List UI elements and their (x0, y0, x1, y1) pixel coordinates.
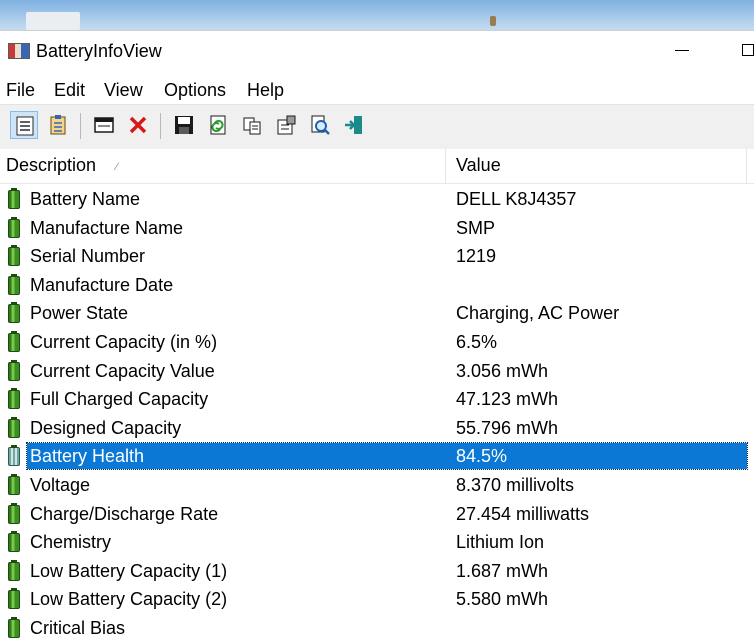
row-value: DELL K8J4357 (456, 189, 577, 209)
refresh-icon[interactable] (204, 111, 232, 139)
row-description: Charge/Discharge Rate (30, 503, 219, 524)
window-title: BatteryInfoView (36, 41, 162, 61)
toolbar-separator (80, 113, 81, 139)
copy-icon[interactable] (238, 111, 266, 139)
delete-icon[interactable] (124, 111, 152, 139)
list-item[interactable]: Current Capacity (in %) 6.5% (0, 328, 754, 357)
list-item[interactable]: Low Battery Capacity (2) 5.580 mWh (0, 585, 754, 614)
desktop-icon-fragment (490, 16, 496, 26)
row-description: Low Battery Capacity (1) (30, 560, 228, 581)
list-item[interactable]: Serial Number 1219 (0, 242, 754, 271)
app-window: BatteryInfoView File Edit View Options H… (0, 30, 754, 642)
save-icon[interactable] (170, 111, 198, 139)
list-item[interactable]: Critical Bias (0, 614, 754, 642)
list-item[interactable]: Charge/Discharge Rate 27.454 milliwatts (0, 500, 754, 529)
row-description: Designed Capacity (30, 417, 182, 438)
row-description: Manufacture Date (30, 274, 174, 295)
battery-icon (8, 388, 20, 410)
find-icon[interactable] (306, 111, 334, 139)
row-value: Lithium Ion (456, 532, 545, 553)
row-description: Serial Number (30, 246, 146, 267)
row-value: Charging, AC Power (456, 303, 620, 324)
list-item[interactable]: Manufacture Name SMP (0, 214, 754, 243)
row-description: Current Capacity (in %) (30, 331, 218, 352)
battery-icon (8, 245, 20, 267)
battery-icon (8, 616, 20, 638)
battery-icon (8, 216, 20, 238)
minimize-button[interactable] (672, 39, 692, 59)
menu-bar: File Edit View Options Help (0, 74, 754, 104)
title-bar[interactable]: BatteryInfoView (0, 30, 754, 73)
sort-indicator-icon: ⁄ (116, 161, 118, 173)
row-value: 6.5% (456, 331, 498, 352)
battery-icon (8, 502, 20, 524)
battery-icon (8, 445, 20, 467)
list-item[interactable]: Low Battery Capacity (1) 1.687 mWh (0, 557, 754, 586)
list-item[interactable]: Designed Capacity 55.796 mWh (0, 414, 754, 443)
row-value: 1.687 mWh (456, 560, 549, 581)
battery-icon (8, 273, 20, 295)
row-description: Power State (30, 303, 129, 324)
row-description: Full Charged Capacity (30, 389, 209, 410)
row-description: Voltage (30, 474, 91, 495)
list-item[interactable]: Current Capacity Value 3.056 mWh (0, 357, 754, 386)
row-value: 47.123 mWh (456, 389, 559, 410)
maximize-button[interactable] (736, 39, 754, 59)
window-icon[interactable] (90, 111, 118, 139)
row-description: Low Battery Capacity (2) (30, 589, 228, 610)
menu-edit[interactable]: Edit (52, 80, 87, 101)
column-header-description[interactable]: Description (6, 155, 96, 176)
column-header-value[interactable]: Value (456, 155, 501, 176)
row-value: 5.580 mWh (456, 589, 549, 610)
battery-icon (8, 531, 20, 553)
battery-icon (8, 330, 20, 352)
menu-help[interactable]: Help (245, 80, 286, 101)
battery-icon (8, 302, 20, 324)
row-description: Chemistry (30, 532, 112, 553)
row-description: Battery Health (30, 446, 145, 467)
battery-icon (8, 559, 20, 581)
battery-info-list[interactable]: Description ⁄ Value Battery Name DELL K8J… (0, 149, 754, 642)
list-rows: Battery Name DELL K8J4357 Manufacture Name… (0, 185, 754, 642)
row-value: 55.796 mWh (456, 417, 559, 438)
desktop-window-fragment (26, 12, 80, 30)
row-description: Current Capacity Value (30, 360, 215, 381)
list-item[interactable]: Full Charged Capacity 47.123 mWh (0, 385, 754, 414)
list-item[interactable]: Power State Charging, AC Power (0, 299, 754, 328)
list-item[interactable]: Battery Health 84.5% (0, 442, 754, 471)
list-item[interactable]: Voltage 8.370 millivolts (0, 471, 754, 500)
toolbar (0, 104, 754, 150)
battery-icon (8, 188, 20, 209)
list-item[interactable]: Battery Name DELL K8J4357 (0, 185, 754, 214)
row-description: Battery Name (30, 189, 141, 209)
row-value: 1219 (456, 246, 497, 267)
list-item[interactable]: Manufacture Date (0, 271, 754, 300)
properties-list-icon[interactable] (44, 111, 72, 139)
list-item[interactable]: Chemistry Lithium Ion (0, 528, 754, 557)
row-value: 84.5% (456, 446, 508, 467)
battery-icon (8, 473, 20, 495)
menu-file[interactable]: File (4, 80, 37, 101)
toolbar-separator (160, 113, 161, 139)
battery-icon (8, 359, 20, 381)
list-header: Description ⁄ Value (0, 149, 754, 184)
row-value: 3.056 mWh (456, 360, 549, 381)
app-icon (8, 43, 30, 59)
column-divider[interactable] (445, 149, 446, 183)
battery-icon (8, 588, 20, 610)
exit-icon[interactable] (340, 111, 368, 139)
html-report-icon[interactable] (10, 111, 38, 139)
row-value: 27.454 milliwatts (456, 503, 590, 524)
menu-options[interactable]: Options (162, 80, 228, 101)
row-value: 8.370 millivolts (456, 474, 575, 495)
column-divider[interactable] (746, 149, 747, 183)
menu-view[interactable]: View (102, 80, 145, 101)
properties-icon[interactable] (272, 111, 300, 139)
battery-icon (8, 416, 20, 438)
row-description: Manufacture Name (30, 217, 184, 238)
row-value: SMP (456, 217, 496, 238)
row-description: Critical Bias (30, 617, 126, 638)
